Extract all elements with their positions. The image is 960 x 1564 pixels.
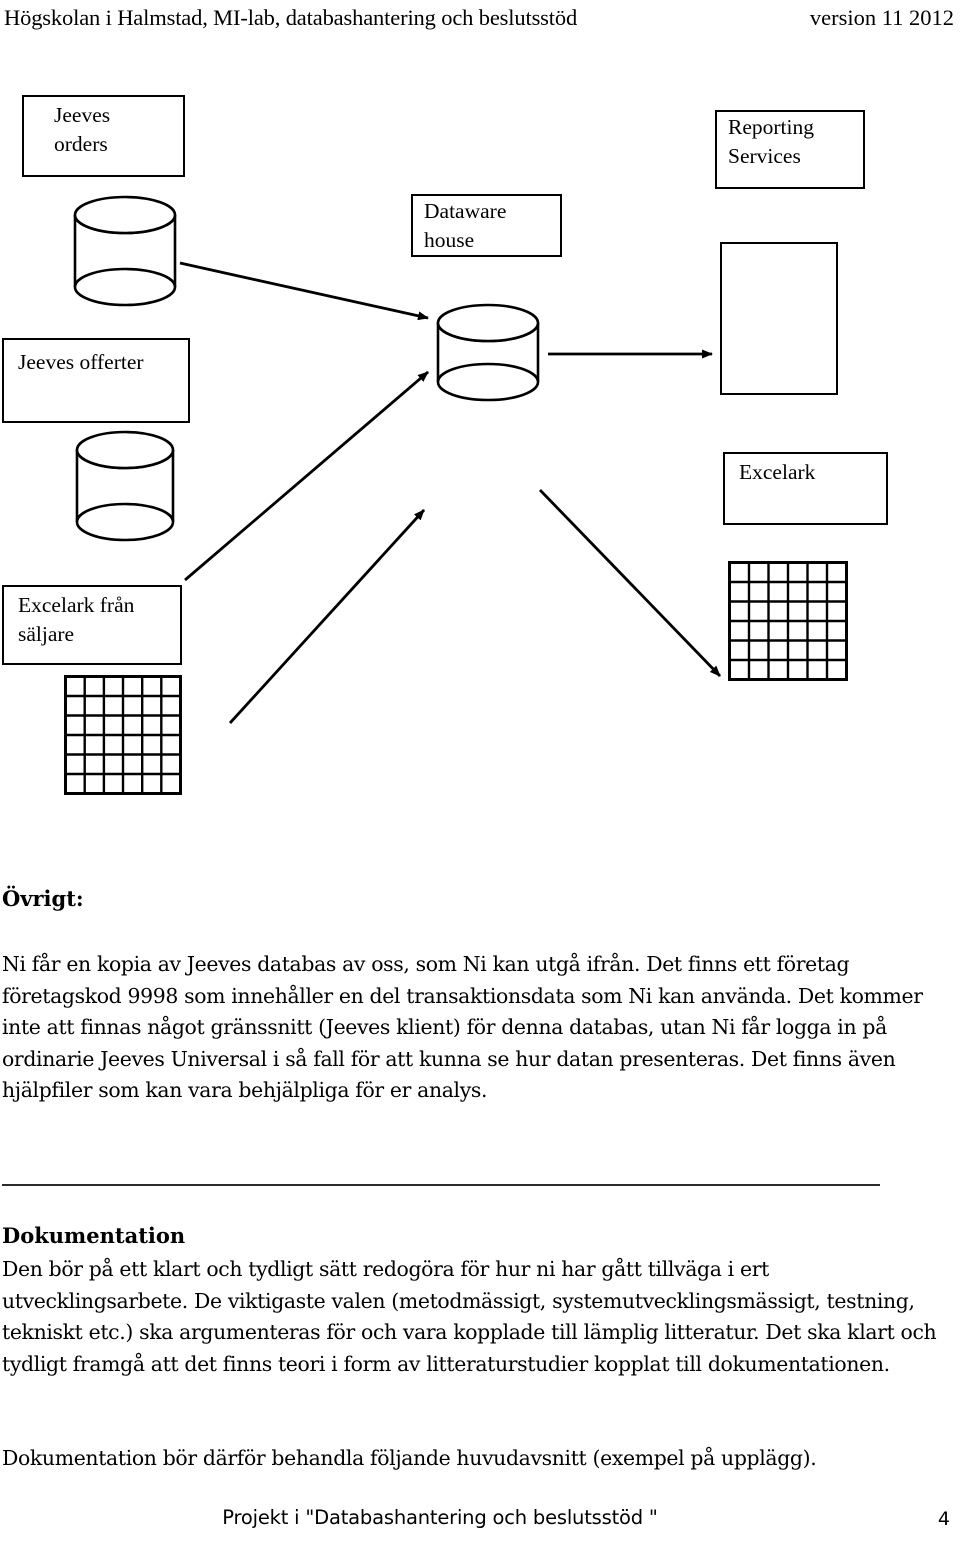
dokumentation-paragraph: Den bör på ett klart och tydligt sätt re… xyxy=(2,1257,937,1376)
dokumentation-heading: Dokumentation xyxy=(2,1223,186,1248)
box-dataware-house-label: Dataware house xyxy=(424,199,507,252)
box-excelark-fran-saljare-label: Excelark från säljare xyxy=(18,593,135,646)
closing-paragraph: Dokumentation bör därför behandla följan… xyxy=(2,1446,817,1470)
footer-title: Projekt i "Databashantering och beslutss… xyxy=(222,1506,658,1529)
architecture-diagram: Jeeves orders Jeeves offerter Excelark f… xyxy=(0,80,960,820)
box-reporting-services-label: Reporting Services xyxy=(728,115,814,168)
header-version: version 11 2012 xyxy=(809,5,954,30)
section-divider xyxy=(2,1184,880,1186)
arrow-excelark-saljare-to-dwh xyxy=(228,509,426,724)
box-jeeves-offerter-label: Jeeves offerter xyxy=(18,350,144,374)
dataware-house-db-cylinder xyxy=(436,303,540,402)
arrow-offerter-to-dwh xyxy=(184,370,429,582)
excelark-fran-saljare-sheet-grid xyxy=(64,675,182,795)
box-jeeves-orders-label: Jeeves orders xyxy=(54,103,111,156)
document-footer: Projekt i "Databashantering och beslutss… xyxy=(0,1506,960,1546)
document-header: Högskolan i Halmstad, MI-lab, databashan… xyxy=(0,0,960,46)
box-report-output xyxy=(720,242,838,395)
ovrigt-heading: Övrigt: xyxy=(2,886,84,911)
jeeves-offerter-db-cylinder xyxy=(75,430,175,542)
excelark-sheet-grid xyxy=(728,561,848,681)
header-title: Högskolan i Halmstad, MI-lab, databashan… xyxy=(4,5,578,30)
box-excelark-label: Excelark xyxy=(739,460,816,484)
footer-page-number: 4 xyxy=(937,1508,950,1530)
arrow-orders-to-dwh xyxy=(179,261,429,321)
ovrigt-paragraph: Ni får en kopia av Jeeves databas av oss… xyxy=(2,952,923,1102)
arrow-dwh-to-excelark-sheet xyxy=(538,489,722,677)
jeeves-orders-db-cylinder xyxy=(73,195,177,307)
